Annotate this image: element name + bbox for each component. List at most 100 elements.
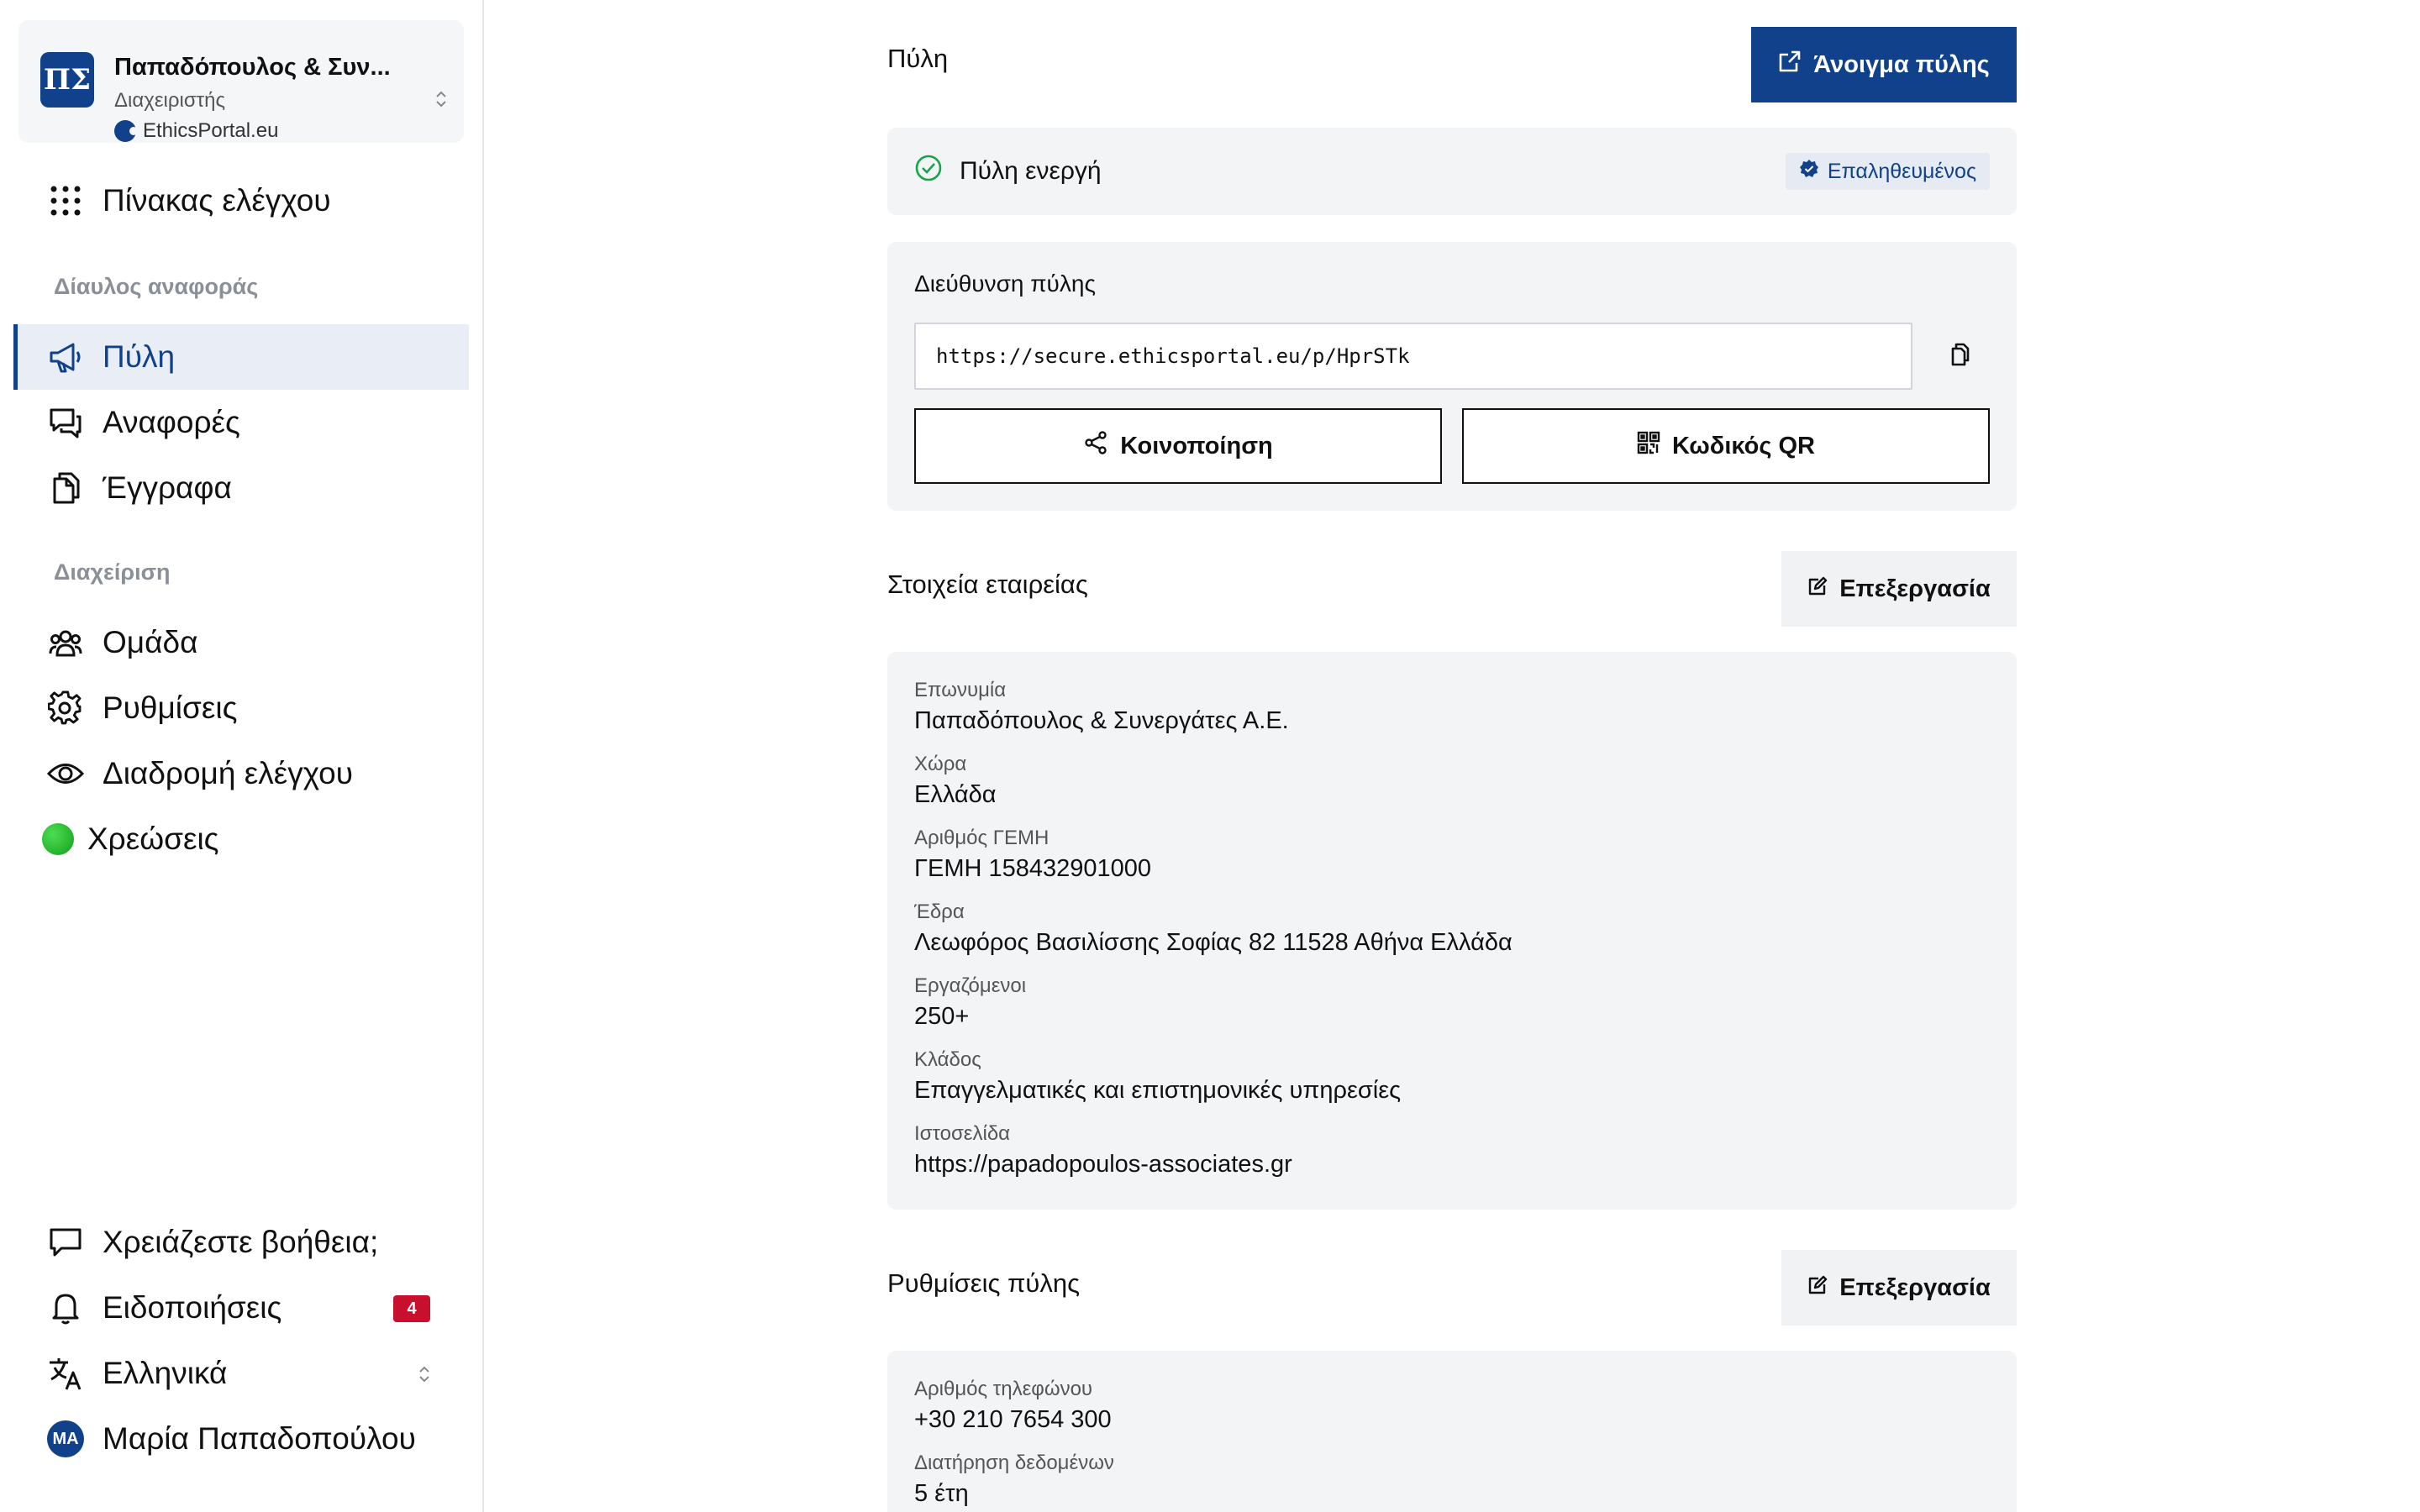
field-label: Επωνυμία xyxy=(914,679,1007,701)
users-icon xyxy=(47,624,84,661)
edit-company-button[interactable]: Επεξεργασία xyxy=(1781,551,2017,627)
org-switcher[interactable]: ΠΣ Παπαδόπουλος & Συν... Διαχειριστής Et… xyxy=(18,20,464,143)
org-role: Διαχειριστής xyxy=(114,89,226,112)
company-field: Έδρα Λεωφόρος Βασιλίσσης Σοφίας 82 11528… xyxy=(914,900,1512,957)
company-details-card: Επωνυμία Παπαδόπουλος & Συνεργάτες Α.Ε. … xyxy=(887,652,2017,1210)
sidebar-item-label: Ειδοποιήσεις xyxy=(103,1290,282,1325)
sidebar-item-label: Ομάδα xyxy=(103,625,198,659)
org-name: Παπαδόπουλος & Συν... xyxy=(114,54,391,81)
sidebar-item-language[interactable]: Ελληνικά xyxy=(13,1341,469,1406)
share-button[interactable]: Κοινοποίηση xyxy=(914,408,1442,484)
portal-settings-title: Ρυθμίσεις πύλης xyxy=(887,1268,1081,1298)
field-value: ΓΕΜΗ 158432901000 xyxy=(914,855,1152,882)
sidebar-item-user[interactable]: MA Μαρία Παπαδοπούλου xyxy=(13,1406,469,1472)
sidebar: ΠΣ Παπαδόπουλος & Συν... Διαχειριστής Et… xyxy=(0,0,484,1512)
company-field: Εργαζόμενοι 250+ xyxy=(914,974,1026,1031)
sidebar-item-label: Ελληνικά xyxy=(103,1356,228,1390)
edit-label: Επεξεργασία xyxy=(1839,575,1991,602)
bell-icon xyxy=(47,1289,84,1326)
portal-settings-card: Αριθμός τηλεφώνου +30 210 7654 300 Διατή… xyxy=(887,1351,2017,1512)
verified-seal-icon xyxy=(1799,159,1819,185)
field-label: Κλάδος xyxy=(914,1048,981,1071)
company-field: Αριθμός ΓΕΜΗ ΓΕΜΗ 158432901000 xyxy=(914,827,1151,883)
sidebar-item-team[interactable]: Ομάδα xyxy=(13,610,469,675)
sidebar-item-label: Έγγραφα xyxy=(103,470,232,505)
edit-icon xyxy=(1807,1274,1828,1302)
company-field: Χώρα Ελλάδα xyxy=(914,753,997,809)
megaphone-icon xyxy=(47,339,84,375)
company-field: Κλάδος Επαγγελματικές και επιστημονικές … xyxy=(914,1048,1401,1105)
field-label: Ιστοσελίδα xyxy=(914,1122,1011,1145)
qr-code-button[interactable]: Κωδικός QR xyxy=(1462,408,1990,484)
company-field: Ιστοσελίδα https://papadopoulos-associat… xyxy=(914,1122,1292,1179)
sidebar-item-label: Χρειάζεστε βοήθεια; xyxy=(103,1225,379,1259)
sidebar-item-notifications[interactable]: Ειδοποιήσεις 4 xyxy=(13,1275,469,1341)
sidebar-item-dashboard[interactable]: Πίνακας ελέγχου xyxy=(13,168,469,234)
documents-icon xyxy=(47,470,84,507)
field-value: Ελλάδα xyxy=(914,781,997,808)
external-link-icon xyxy=(1778,50,1802,80)
edit-portal-settings-button[interactable]: Επεξεργασία xyxy=(1781,1250,2017,1326)
sidebar-item-label: Αναφορές xyxy=(103,405,240,439)
field-label: Χώρα xyxy=(914,753,967,775)
qr-code-label: Κωδικός QR xyxy=(1672,432,1815,459)
sidebar-item-label: Διαδρομή ελέγχου xyxy=(103,756,353,790)
field-value: Παπαδόπουλος & Συνεργάτες Α.Ε. xyxy=(914,707,1289,734)
field-value: Λεωφόρος Βασιλίσσης Σοφίας 82 11528 Αθήν… xyxy=(914,929,1512,956)
qr-code-icon xyxy=(1637,431,1660,461)
status-dot-icon xyxy=(42,821,74,858)
translate-icon xyxy=(47,1355,84,1392)
portal-setting-field: Διατήρηση δεδομένων 5 έτη xyxy=(914,1452,1114,1508)
edit-icon xyxy=(1807,575,1828,603)
company-section-title: Στοιχεία εταιρείας xyxy=(887,570,1088,599)
share-icon xyxy=(1083,430,1108,462)
copy-url-button[interactable] xyxy=(1938,336,1978,376)
company-field: Επωνυμία Παπαδόπουλος & Συνεργάτες Α.Ε. xyxy=(914,679,1289,735)
sidebar-item-portal[interactable]: Πύλη xyxy=(13,324,469,390)
verified-badge: Επαληθευμένος xyxy=(1785,153,1990,190)
copy-icon xyxy=(1945,342,1970,371)
verified-label: Επαληθευμένος xyxy=(1827,159,1976,183)
sidebar-item-billing[interactable]: Χρεώσεις xyxy=(13,806,469,872)
field-label: Αριθμός ΓΕΜΗ xyxy=(914,827,1050,849)
chat-bubbles-icon xyxy=(47,404,84,441)
field-label: Αριθμός τηλεφώνου xyxy=(914,1378,1093,1400)
chevron-updown-icon xyxy=(418,1364,430,1384)
field-value: Επαγγελματικές και επιστημονικές υπηρεσί… xyxy=(914,1077,1402,1104)
org-logo: ΠΣ xyxy=(40,52,94,108)
portal-status-text: Πύλη ενεργή xyxy=(960,157,1102,185)
open-portal-button[interactable]: Άνοιγμα πύλης xyxy=(1751,27,2017,102)
sidebar-item-label: Μαρία Παπαδοπούλου xyxy=(103,1421,416,1456)
sidebar-item-audit-trail[interactable]: Διαδρομή ελέγχου xyxy=(13,741,469,806)
field-value: 250+ xyxy=(914,1003,970,1030)
field-value: +30 210 7654 300 xyxy=(914,1406,1112,1433)
chat-bubble-icon xyxy=(47,1224,84,1261)
sidebar-item-reports[interactable]: Αναφορές xyxy=(13,390,469,455)
org-site-label: EthicsPortal.eu xyxy=(143,119,279,142)
section-label-admin: Διαχείριση xyxy=(54,559,171,585)
grid-dots-icon xyxy=(47,182,84,219)
share-label: Κοινοποίηση xyxy=(1120,432,1273,459)
page-title: Πύλη xyxy=(887,44,949,73)
gear-icon xyxy=(47,690,84,727)
eye-icon xyxy=(47,755,84,792)
org-site: EthicsPortal.eu xyxy=(114,119,278,143)
field-value[interactable]: https://papadopoulos-associates.gr xyxy=(914,1151,1292,1179)
portal-status-card: Πύλη ενεργή Επαληθευμένος xyxy=(887,128,2017,215)
notification-count-badge: 4 xyxy=(393,1295,430,1322)
ethicsportal-logo-icon xyxy=(114,120,138,142)
portal-url-field[interactable]: https://secure.ethicsportal.eu/p/HprSTk xyxy=(914,323,1912,390)
portal-setting-field: Αριθμός τηλεφώνου +30 210 7654 300 xyxy=(914,1378,1112,1434)
portal-url-label: Διεύθυνση πύλης xyxy=(914,270,1096,297)
sidebar-item-settings[interactable]: Ρυθμίσεις xyxy=(13,675,469,741)
sidebar-item-help[interactable]: Χρειάζεστε βοήθεια; xyxy=(13,1210,469,1275)
sidebar-item-documents[interactable]: Έγγραφα xyxy=(13,455,469,521)
sidebar-item-label: Πύλη xyxy=(103,339,176,374)
section-label-channel: Δίαυλος αναφοράς xyxy=(54,274,259,299)
check-circle-icon xyxy=(914,154,943,189)
sidebar-item-label: Χρεώσεις xyxy=(87,822,219,856)
field-label: Έδρα xyxy=(914,900,965,923)
edit-label: Επεξεργασία xyxy=(1839,1273,1991,1301)
user-avatar: MA xyxy=(47,1420,84,1457)
field-value: 5 έτη xyxy=(914,1480,969,1507)
